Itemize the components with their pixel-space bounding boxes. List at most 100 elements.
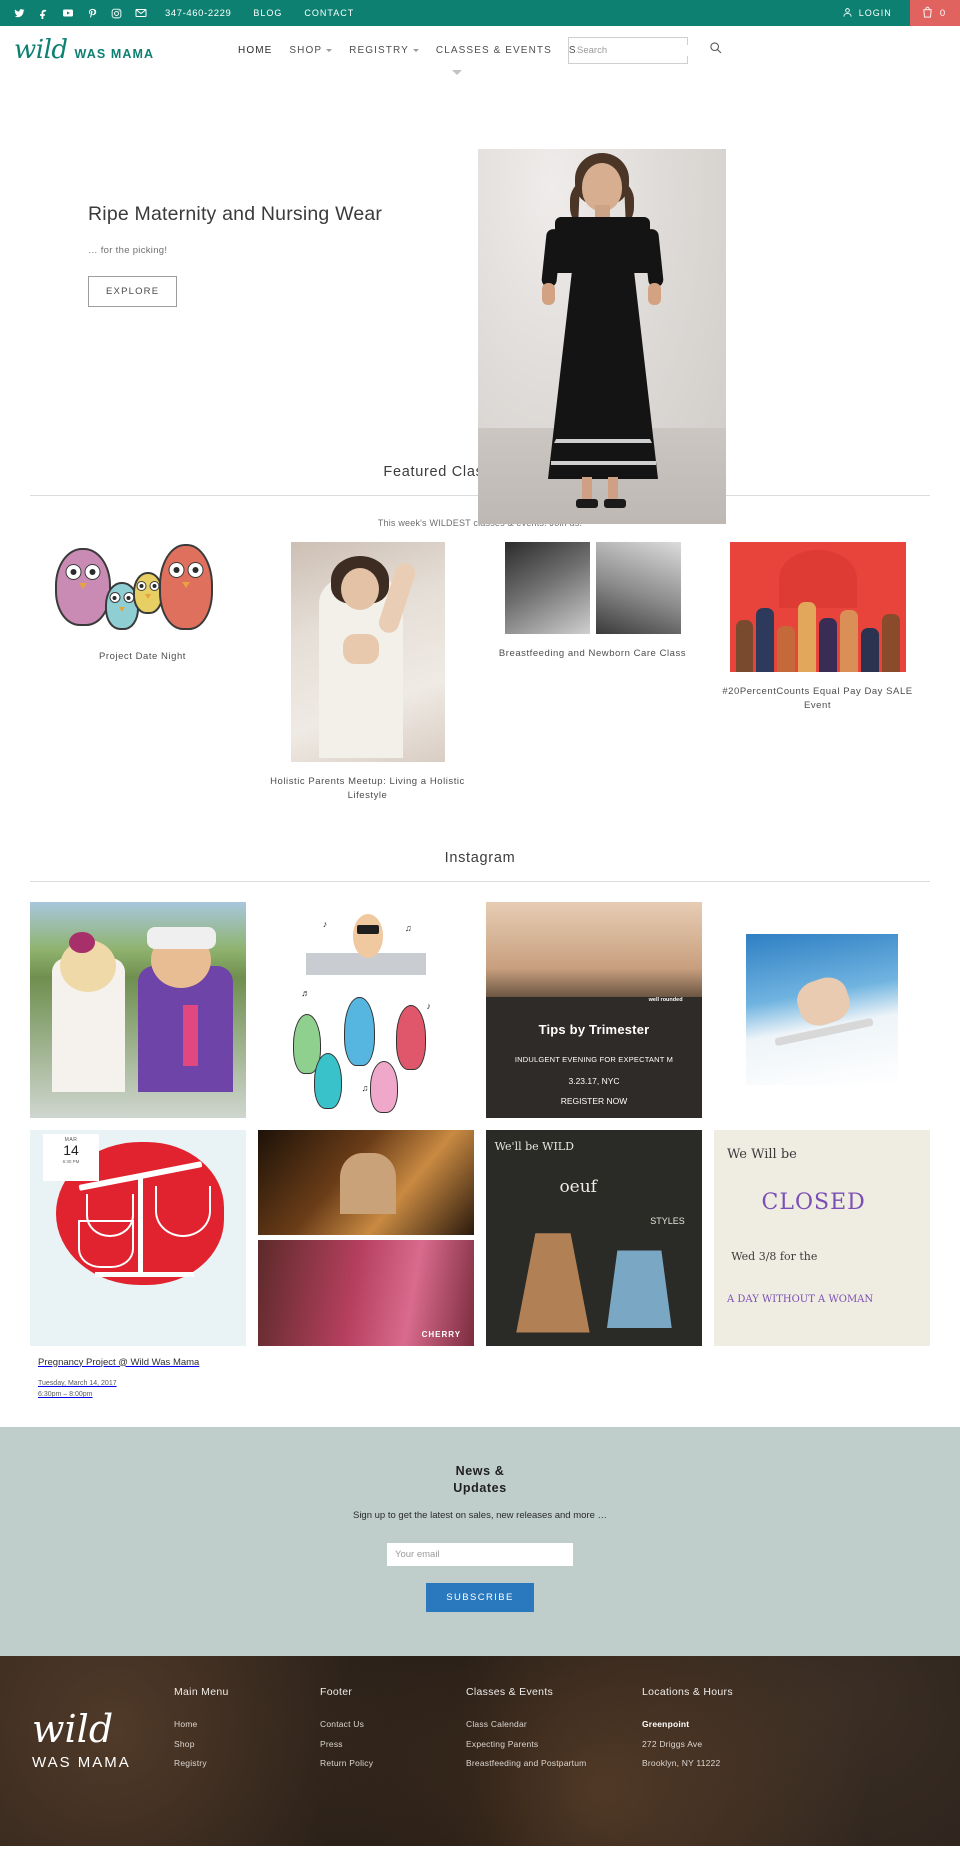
facebook-icon[interactable] (38, 8, 49, 19)
footer-link-expecting-parents[interactable]: Expecting Parents (466, 1735, 641, 1754)
class-card[interactable]: Breastfeeding and Newborn Care Class (480, 542, 705, 661)
location-city: Brooklyn, NY 11222 (642, 1757, 721, 1768)
bag-icon (922, 6, 933, 21)
newsletter-input-row (0, 1543, 960, 1567)
kid-figure (396, 1005, 427, 1070)
cherry-label: CHERRY (421, 1330, 462, 1340)
explore-button[interactable]: EXPLORE (88, 275, 178, 307)
nav-item-registry[interactable]: REGISTRY (349, 45, 419, 56)
location-street: 272 Driggs Ave (642, 1738, 703, 1749)
instagram-icon[interactable] (111, 8, 122, 19)
kid-figure (314, 1052, 343, 1109)
instagram-post[interactable]: ♪ ♫ ♬ ♪ ♫ (258, 901, 474, 1118)
logo-word-wild: wild (14, 35, 68, 65)
instagram-photo-kids-dance-party[interactable]: ♪ ♫ ♬ ♪ ♫ (258, 901, 474, 1118)
newsletter-title: News & Updates (0, 1463, 960, 1497)
nav-label: REGISTRY (349, 44, 409, 56)
scale-post (138, 1177, 144, 1273)
hero-image[interactable] (478, 149, 726, 524)
search-box[interactable] (568, 36, 722, 64)
dress-stripe (554, 439, 652, 443)
login-label: LOGIN (858, 8, 892, 18)
footer-column-locations-hours: Locations & Hours Greenpoint 272 Driggs … (642, 1686, 817, 1826)
footer-link-press[interactable]: Press (320, 1735, 465, 1754)
email-icon[interactable] (135, 7, 147, 19)
search-input[interactable] (577, 44, 709, 56)
music-note-icon: ♫ (404, 923, 412, 934)
cart-button[interactable]: 0 (909, 0, 960, 26)
chalk-bib-drawing (606, 1250, 672, 1329)
footer-link-shop[interactable]: Shop (174, 1735, 319, 1754)
class-card[interactable]: Project Date Night (30, 542, 255, 664)
event-date-line: Tuesday, March 14, 2017 (38, 1380, 117, 1388)
class-card[interactable]: Holistic Parents Meetup: Living a Holist… (255, 542, 480, 804)
class-title: Holistic Parents Meetup: Living a Holist… (270, 776, 465, 802)
instagram-photo-tips-by-trimester[interactable]: well rounded Tips by Trimester INDULGENT… (486, 901, 702, 1118)
event-time-line: 6:30pm – 8:00pm (38, 1391, 93, 1399)
nav-links: HOME SHOP REGISTRY CLASSES & EVENTS SALE (238, 45, 609, 56)
footer-link-home[interactable]: Home (174, 1715, 319, 1734)
dj-sunglasses-icon (357, 925, 379, 934)
kid-figure (370, 1061, 399, 1114)
music-note-icon: ♫ (361, 1082, 369, 1093)
featured-class-list: Project Date Night Holistic Parents Meet… (0, 542, 960, 804)
sign-line-4: A DAY WITHOUT A WOMAN (726, 1293, 874, 1305)
nav-label: CLASSES & EVENTS (435, 44, 552, 56)
baby-headband (68, 931, 95, 954)
instagram-post[interactable]: CHERRY (258, 1129, 474, 1401)
site-logo[interactable]: wild WAS MAMA (14, 35, 154, 65)
instagram-photo-closed-sign[interactable]: We Will be CLOSED Wed 3/8 for the A DAY … (714, 1129, 930, 1346)
instagram-photo-mom-and-baby[interactable] (30, 901, 246, 1118)
subscribe-button[interactable]: SUBSCRIBE (426, 1583, 534, 1613)
event-date-badge: MAR 14 6:30 PM (42, 1133, 100, 1182)
twitter-icon[interactable] (14, 8, 25, 19)
footer-link-registry[interactable]: Registry (174, 1754, 319, 1773)
search-icon[interactable] (709, 41, 722, 59)
date-time: 6:30 PM (62, 1158, 80, 1164)
footer-column-footer: Footer Contact Us Press Return Policy (320, 1686, 465, 1826)
project-date-night-thumbnail[interactable] (54, 542, 231, 637)
holistic-meetup-thumbnail[interactable] (290, 542, 445, 762)
footer-logo[interactable]: wild WAS MAMA (14, 1686, 174, 1826)
phone-number[interactable]: 347-460-2229 (165, 8, 231, 19)
nav-item-shop[interactable]: SHOP (289, 45, 333, 56)
instagram-post[interactable]: well rounded Tips by Trimester INDULGENT… (486, 901, 702, 1118)
social-links (14, 7, 147, 19)
class-card[interactable]: #20PercentCounts Equal Pay Day SALE Even… (705, 542, 930, 714)
contact-link[interactable]: CONTACT (304, 8, 354, 18)
equal-pay-event-thumbnail[interactable] (729, 542, 906, 672)
nav-item-home[interactable]: HOME (238, 45, 272, 56)
instagram-post[interactable]: We'll be WILD oeuf STYLES (486, 1129, 702, 1401)
sign-line-3: Wed 3/8 for the (731, 1250, 818, 1264)
instagram-post[interactable]: MAR 14 6:30 PM Pregnancy Project @ Wild … (30, 1129, 246, 1401)
instagram-post[interactable] (30, 901, 246, 1118)
login-button[interactable]: LOGIN (842, 7, 892, 20)
email-input[interactable] (387, 1543, 573, 1567)
instagram-photo-dj-and-cherry[interactable]: CHERRY (258, 1129, 474, 1346)
instagram-post[interactable]: We Will be CLOSED Wed 3/8 for the A DAY … (714, 1129, 930, 1401)
dj-figure (340, 1152, 397, 1214)
breastfeeding-class-thumbnail[interactable] (504, 542, 681, 634)
model-shoe-right (604, 499, 626, 508)
footer-link-class-calendar[interactable]: Class Calendar (466, 1715, 641, 1734)
blog-link[interactable]: BLOG (253, 8, 282, 18)
babywearing-photo: CHERRY (258, 1240, 474, 1346)
instagram-post[interactable] (714, 902, 930, 1118)
footer-link-breastfeeding-postpartum[interactable]: Breastfeeding and Postpartum (466, 1754, 641, 1773)
youtube-icon[interactable] (62, 7, 74, 19)
pinterest-icon[interactable] (87, 8, 98, 19)
model-head (582, 163, 622, 211)
footer-link-return-policy[interactable]: Return Policy (320, 1754, 465, 1773)
class-title: #20PercentCounts Equal Pay Day SALE Even… (722, 686, 913, 712)
footer-column-classes-events: Classes & Events Class Calendar Expectin… (466, 1686, 641, 1826)
instagram-photo-baby-skiing[interactable] (746, 933, 898, 1086)
instagram-photo-chalkboard-oeuf[interactable]: We'll be WILD oeuf STYLES (486, 1129, 702, 1346)
instagram-photo-pregnancy-project[interactable]: MAR 14 6:30 PM (30, 1129, 246, 1346)
footer-link-contact-us[interactable]: Contact Us (320, 1715, 465, 1734)
race-medal-ribbon (183, 1005, 199, 1066)
hands-photo (486, 901, 702, 997)
dj-head (353, 914, 384, 958)
sign-line-1: We Will be (726, 1146, 797, 1162)
nav-item-classes-events[interactable]: CLASSES & EVENTS (436, 45, 552, 56)
footer-logo-word-wild: wild (32, 1707, 114, 1752)
